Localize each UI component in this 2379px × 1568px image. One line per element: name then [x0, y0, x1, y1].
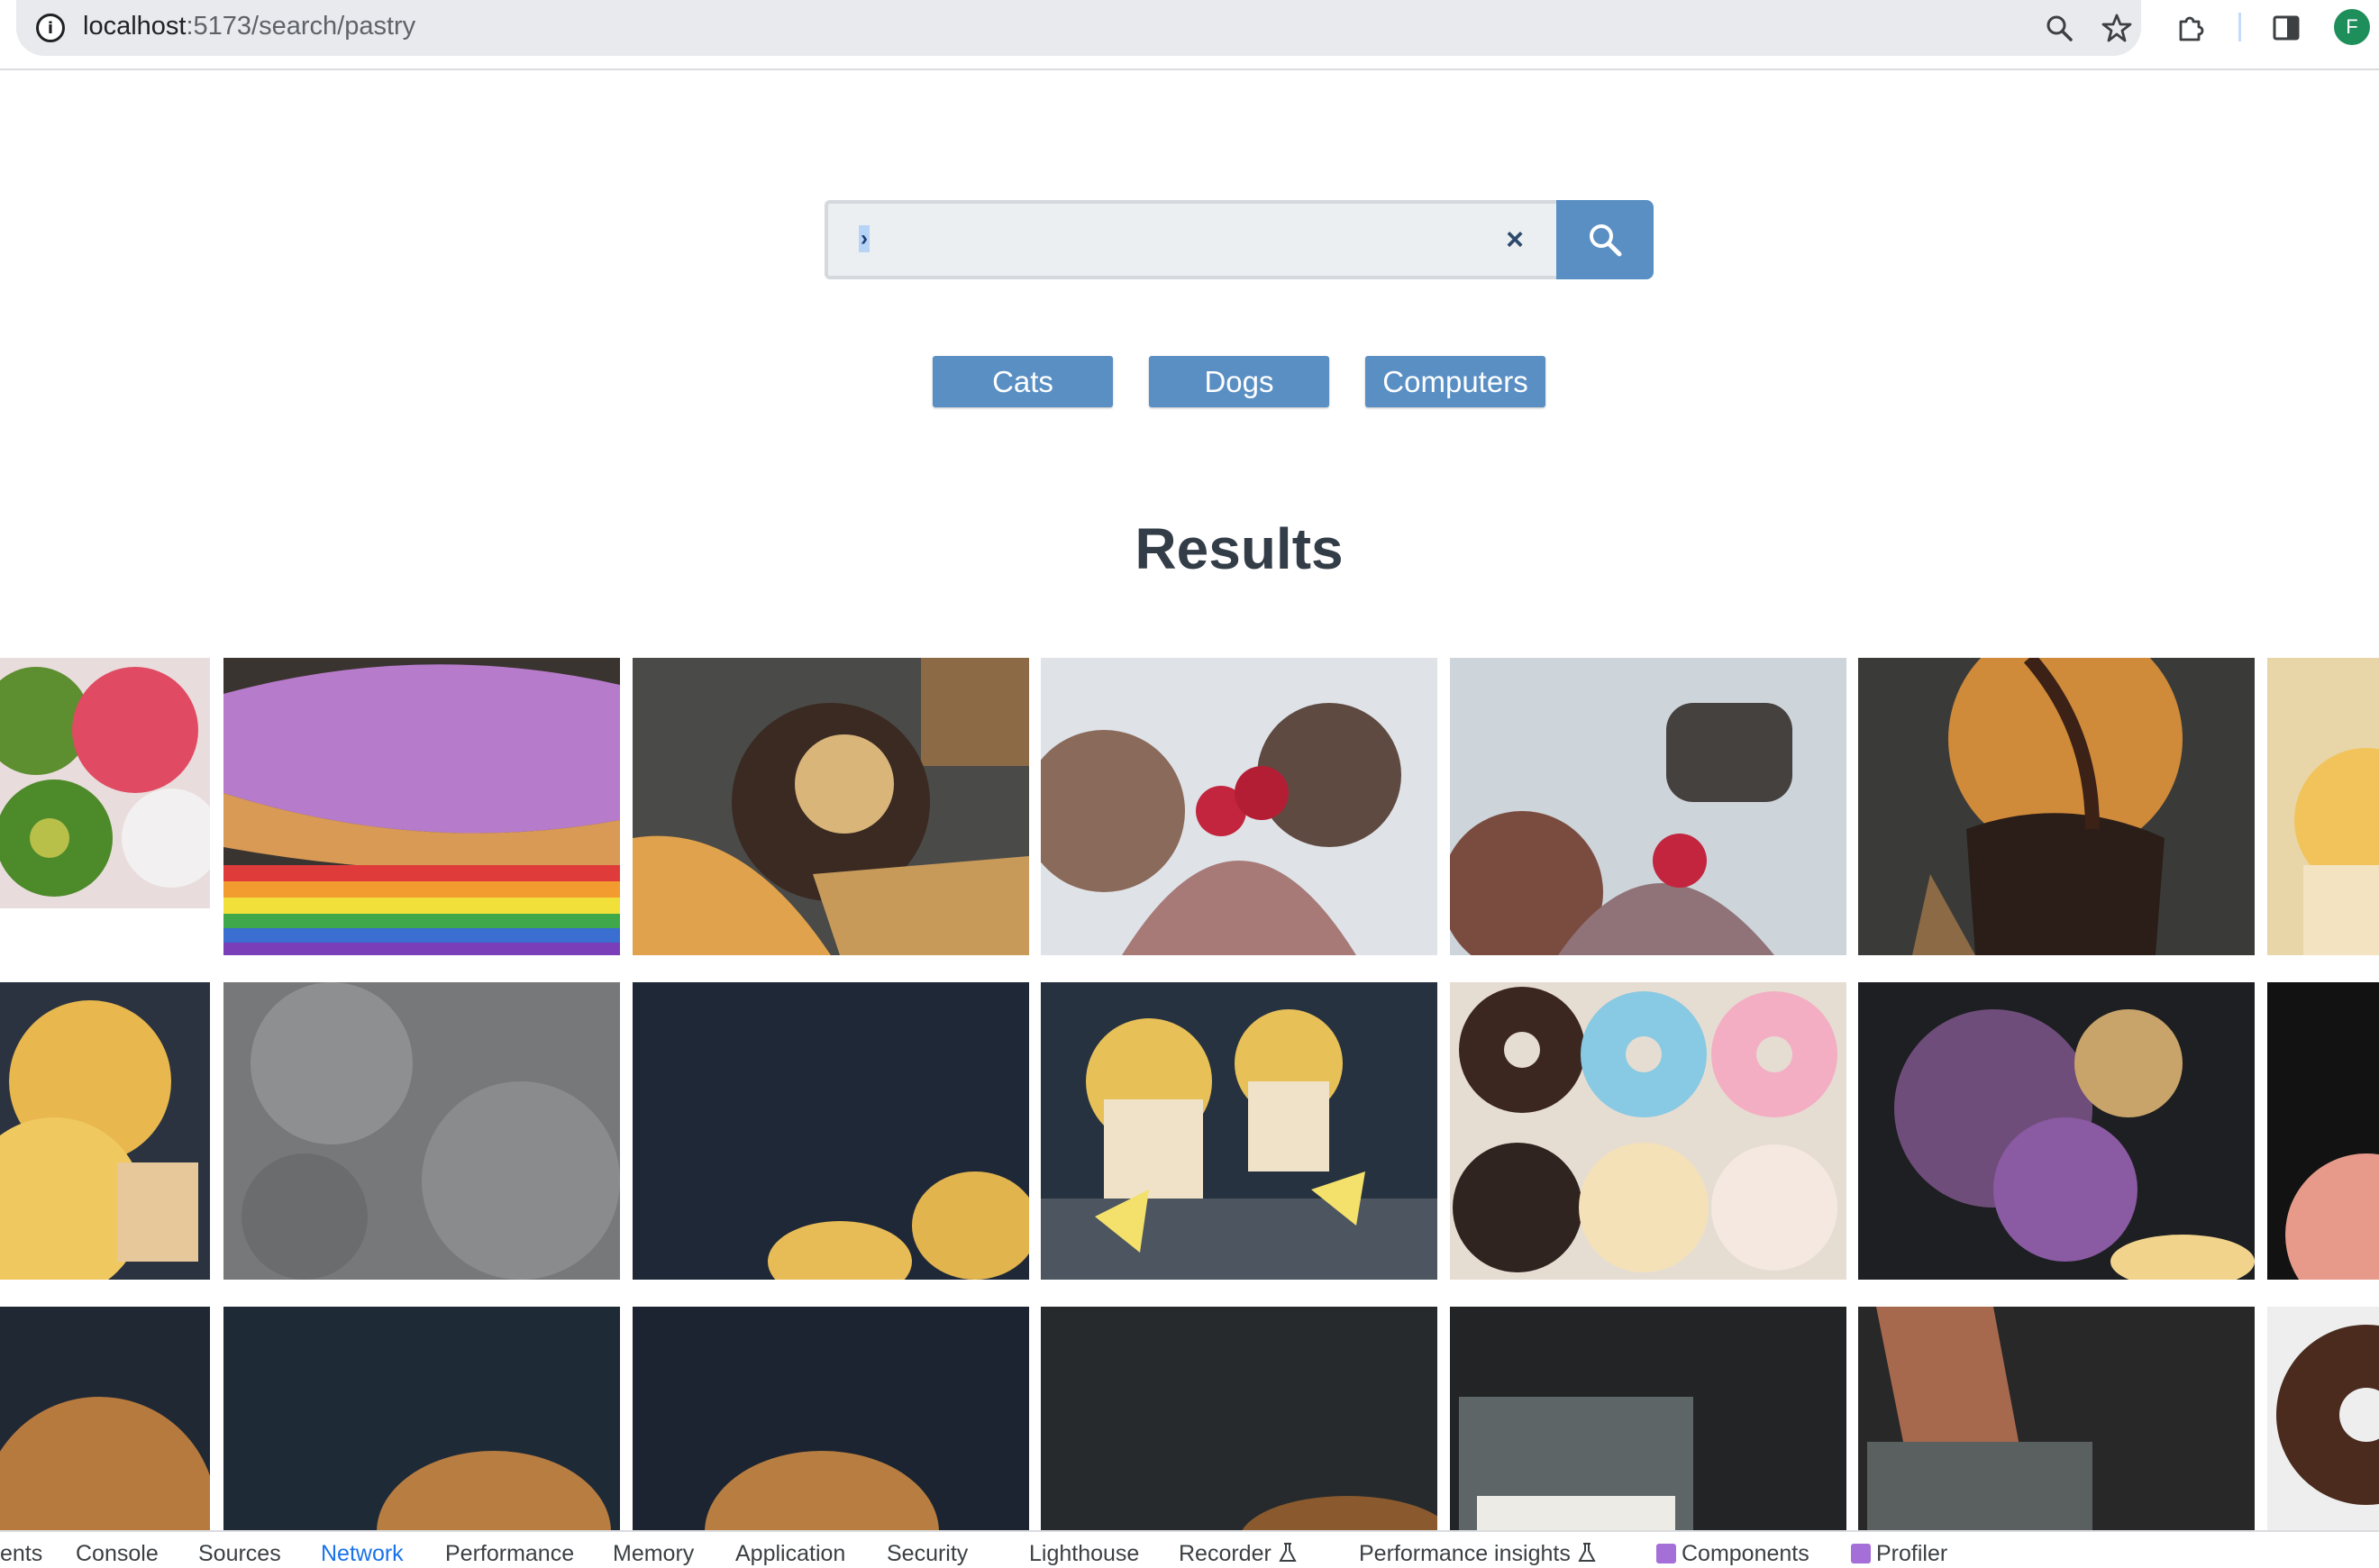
result-image-pastry[interactable] [1041, 1307, 1437, 1532]
devtools-tab-components-label: Components [1682, 1541, 1809, 1566]
result-image-pastry[interactable] [223, 1307, 620, 1532]
devtools-tab-components[interactable]: Components [1656, 1541, 1809, 1567]
result-image-pastry[interactable] [1858, 658, 2255, 955]
devtools-tab-memory[interactable]: Memory [613, 1541, 694, 1567]
result-image-pastry[interactable] [1450, 982, 1846, 1280]
result-image-pastry[interactable] [223, 658, 620, 955]
devtools-tab-application[interactable]: Application [735, 1541, 845, 1567]
result-image-pastry[interactable] [1450, 658, 1846, 955]
result-image-pastry[interactable] [2267, 1307, 2379, 1532]
result-image-pastry[interactable] [633, 982, 1029, 1280]
devtools-tab-performance-insights-label: Performance insights [1359, 1541, 1571, 1566]
react-icon [1656, 1544, 1676, 1563]
result-image-pastry[interactable] [1450, 1307, 1846, 1532]
result-image-pastry[interactable] [633, 1307, 1029, 1532]
devtools-tab-sources[interactable]: Sources [198, 1541, 281, 1567]
devtools-tab-performance-insights[interactable]: Performance insights [1359, 1541, 1597, 1567]
devtools-tab-elements[interactable]: ents [0, 1541, 42, 1567]
devtools-tab-network[interactable]: Network [321, 1541, 404, 1567]
devtools-tab-lighthouse[interactable]: Lighthouse [1029, 1541, 1139, 1567]
devtools-tab-profiler-label: Profiler [1876, 1541, 1948, 1566]
result-image-pastry[interactable] [633, 658, 1029, 955]
result-image-pastry[interactable] [0, 982, 210, 1280]
result-image-pastry[interactable] [1858, 982, 2255, 1280]
flask-icon [1279, 1543, 1297, 1562]
devtools-tabbar: ents Console Sources Network Performance… [0, 1530, 2379, 1568]
flask-icon [1578, 1543, 1596, 1562]
devtools-tab-security[interactable]: Security [887, 1541, 968, 1567]
result-image-pastry[interactable] [2267, 982, 2379, 1280]
devtools-tab-recorder[interactable]: Recorder [1179, 1541, 1298, 1567]
result-image-pastry[interactable] [2267, 658, 2379, 955]
result-image-pastry[interactable] [0, 1307, 210, 1532]
result-image-pastry[interactable] [1041, 982, 1437, 1280]
result-image-pastry[interactable] [223, 982, 620, 1280]
devtools-tab-console[interactable]: Console [76, 1541, 159, 1567]
devtools-tab-performance[interactable]: Performance [445, 1541, 574, 1567]
react-icon [1851, 1544, 1871, 1563]
devtools-tab-profiler[interactable]: Profiler [1851, 1541, 1947, 1567]
result-image-pastry[interactable] [1858, 1307, 2255, 1532]
result-image-pastry[interactable] [0, 658, 210, 908]
devtools-tab-recorder-label: Recorder [1179, 1541, 1272, 1566]
results-grid [0, 0, 2379, 1532]
result-image-pastry[interactable] [1041, 658, 1437, 955]
